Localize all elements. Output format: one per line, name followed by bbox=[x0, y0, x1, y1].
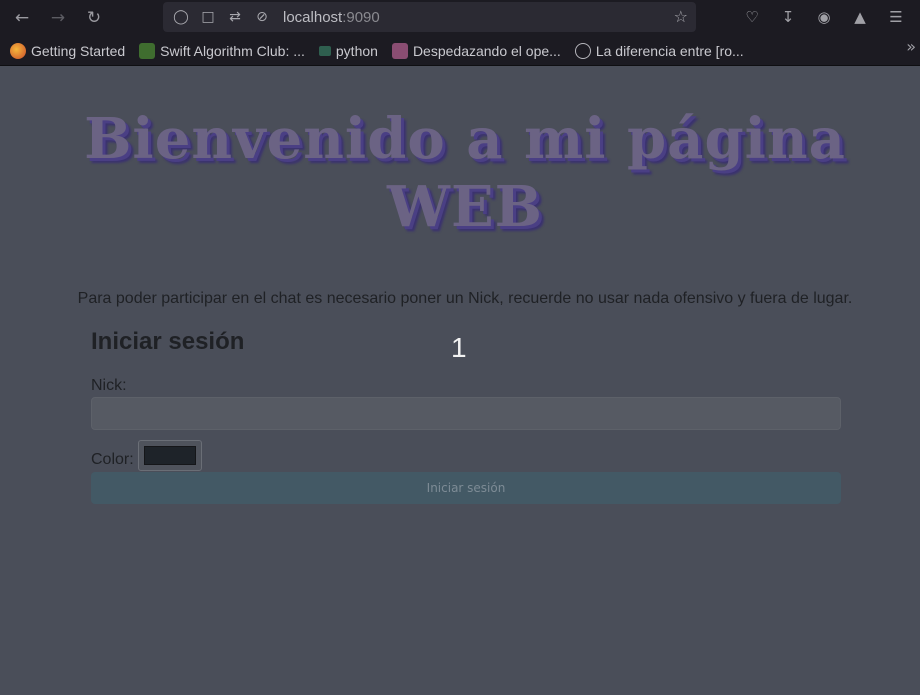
login-title: Iniciar sesión bbox=[91, 328, 245, 355]
color-picker[interactable] bbox=[138, 440, 202, 471]
url-port: :9090 bbox=[342, 8, 380, 26]
extensions-icon[interactable]: ▲ bbox=[842, 8, 878, 26]
page-icon: □ bbox=[201, 9, 215, 25]
site-icon bbox=[391, 42, 408, 59]
url-text[interactable]: localhost:9090 bbox=[283, 9, 380, 26]
tracking-off-icon[interactable]: ⊘ bbox=[253, 9, 271, 25]
bookmark-despedazando[interactable]: Despedazando el ope... bbox=[391, 42, 561, 59]
account-icon[interactable]: ◉ bbox=[806, 8, 842, 26]
bookmarks-overflow-icon[interactable]: » bbox=[906, 37, 916, 56]
pocket-icon[interactable]: ♡ bbox=[734, 8, 770, 26]
globe-icon bbox=[574, 42, 591, 59]
firefox-icon bbox=[10, 42, 26, 59]
reload-icon[interactable]: ↻ bbox=[76, 1, 112, 35]
bookmark-python[interactable]: python bbox=[318, 42, 378, 59]
bookmark-star-icon[interactable]: ☆ bbox=[674, 7, 688, 26]
url-host: localhost bbox=[283, 8, 343, 26]
toolbar-right-icons: ♡ ↧ ◉ ▲ ☰ bbox=[734, 0, 914, 34]
permissions-icon[interactable]: ⇄ bbox=[226, 9, 244, 25]
python-icon bbox=[318, 45, 331, 56]
swift-icon bbox=[139, 42, 156, 59]
nick-label: Nick: bbox=[91, 377, 127, 394]
nick-input[interactable] bbox=[91, 397, 841, 430]
bookmark-label: La diferencia entre [ro... bbox=[595, 42, 744, 59]
intro-text: Para poder participar en el chat es nece… bbox=[77, 290, 853, 307]
bookmark-la-diferencia[interactable]: La diferencia entre [ro... bbox=[574, 42, 744, 59]
login-button[interactable]: Iniciar sesión bbox=[91, 472, 841, 504]
address-bar[interactable]: ◯ □ ⇄ ⊘ localhost:9090 ☆ bbox=[163, 2, 696, 32]
bookmark-label: Swift Algorithm Club: ... bbox=[160, 42, 305, 59]
back-arrow-icon[interactable]: ← bbox=[4, 1, 40, 35]
bookmark-label: Getting Started bbox=[31, 42, 126, 59]
bookmarks-bar: Getting Started Swift Algorithm Club: ..… bbox=[0, 36, 920, 66]
download-icon[interactable]: ↧ bbox=[770, 8, 806, 26]
browser-toolbar: ← → ↻ ◯ □ ⇄ ⊘ localhost:9090 ☆ ♡ ↧ ◉ ▲ ☰ bbox=[0, 0, 920, 36]
page-heading: Bienvenido a mi página WEB bbox=[84, 106, 846, 240]
bookmark-label: Despedazando el ope... bbox=[412, 42, 561, 59]
bookmark-swift-algorithm-club[interactable]: Swift Algorithm Club: ... bbox=[139, 42, 305, 59]
color-label: Color: bbox=[91, 451, 134, 468]
bookmark-label: python bbox=[335, 42, 378, 59]
color-swatch bbox=[144, 446, 196, 465]
menu-icon[interactable]: ☰ bbox=[878, 8, 914, 26]
online-count-badge: 1 bbox=[451, 332, 467, 363]
bookmark-getting-started[interactable]: Getting Started bbox=[10, 42, 126, 59]
forward-arrow-icon[interactable]: → bbox=[40, 1, 76, 35]
shield-icon[interactable]: ◯ bbox=[172, 9, 190, 25]
